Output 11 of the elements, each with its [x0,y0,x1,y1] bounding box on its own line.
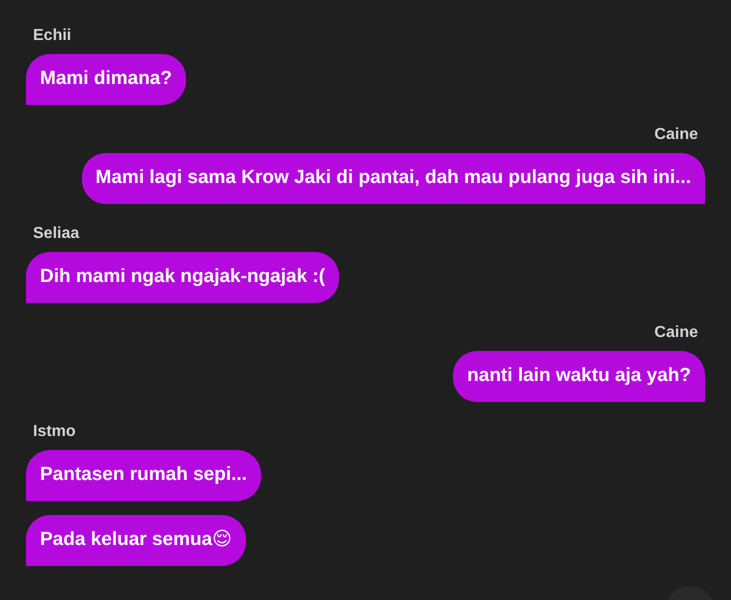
sender-name: Istmo [33,422,76,442]
sender-name: Echii [33,26,72,46]
sender-name: Caine [654,125,698,145]
message-bubble: Pantasen rumah sepi... [26,450,261,501]
sender-name: Seliaa [33,224,80,244]
message-bubble: Dih mami ngak ngajak-ngajak :( [26,252,340,303]
message-bubble: Mami lagi sama Krow Jaki di pantai, dah mau pulang juga sih ini... [82,153,705,204]
message-bubble: Pada keluar semua😌 [26,515,246,566]
message-bubble: nanti lain waktu aja yah? [453,351,705,402]
sender-name: Caine [654,323,698,343]
message-bubble: Mami dimana? [26,54,186,105]
